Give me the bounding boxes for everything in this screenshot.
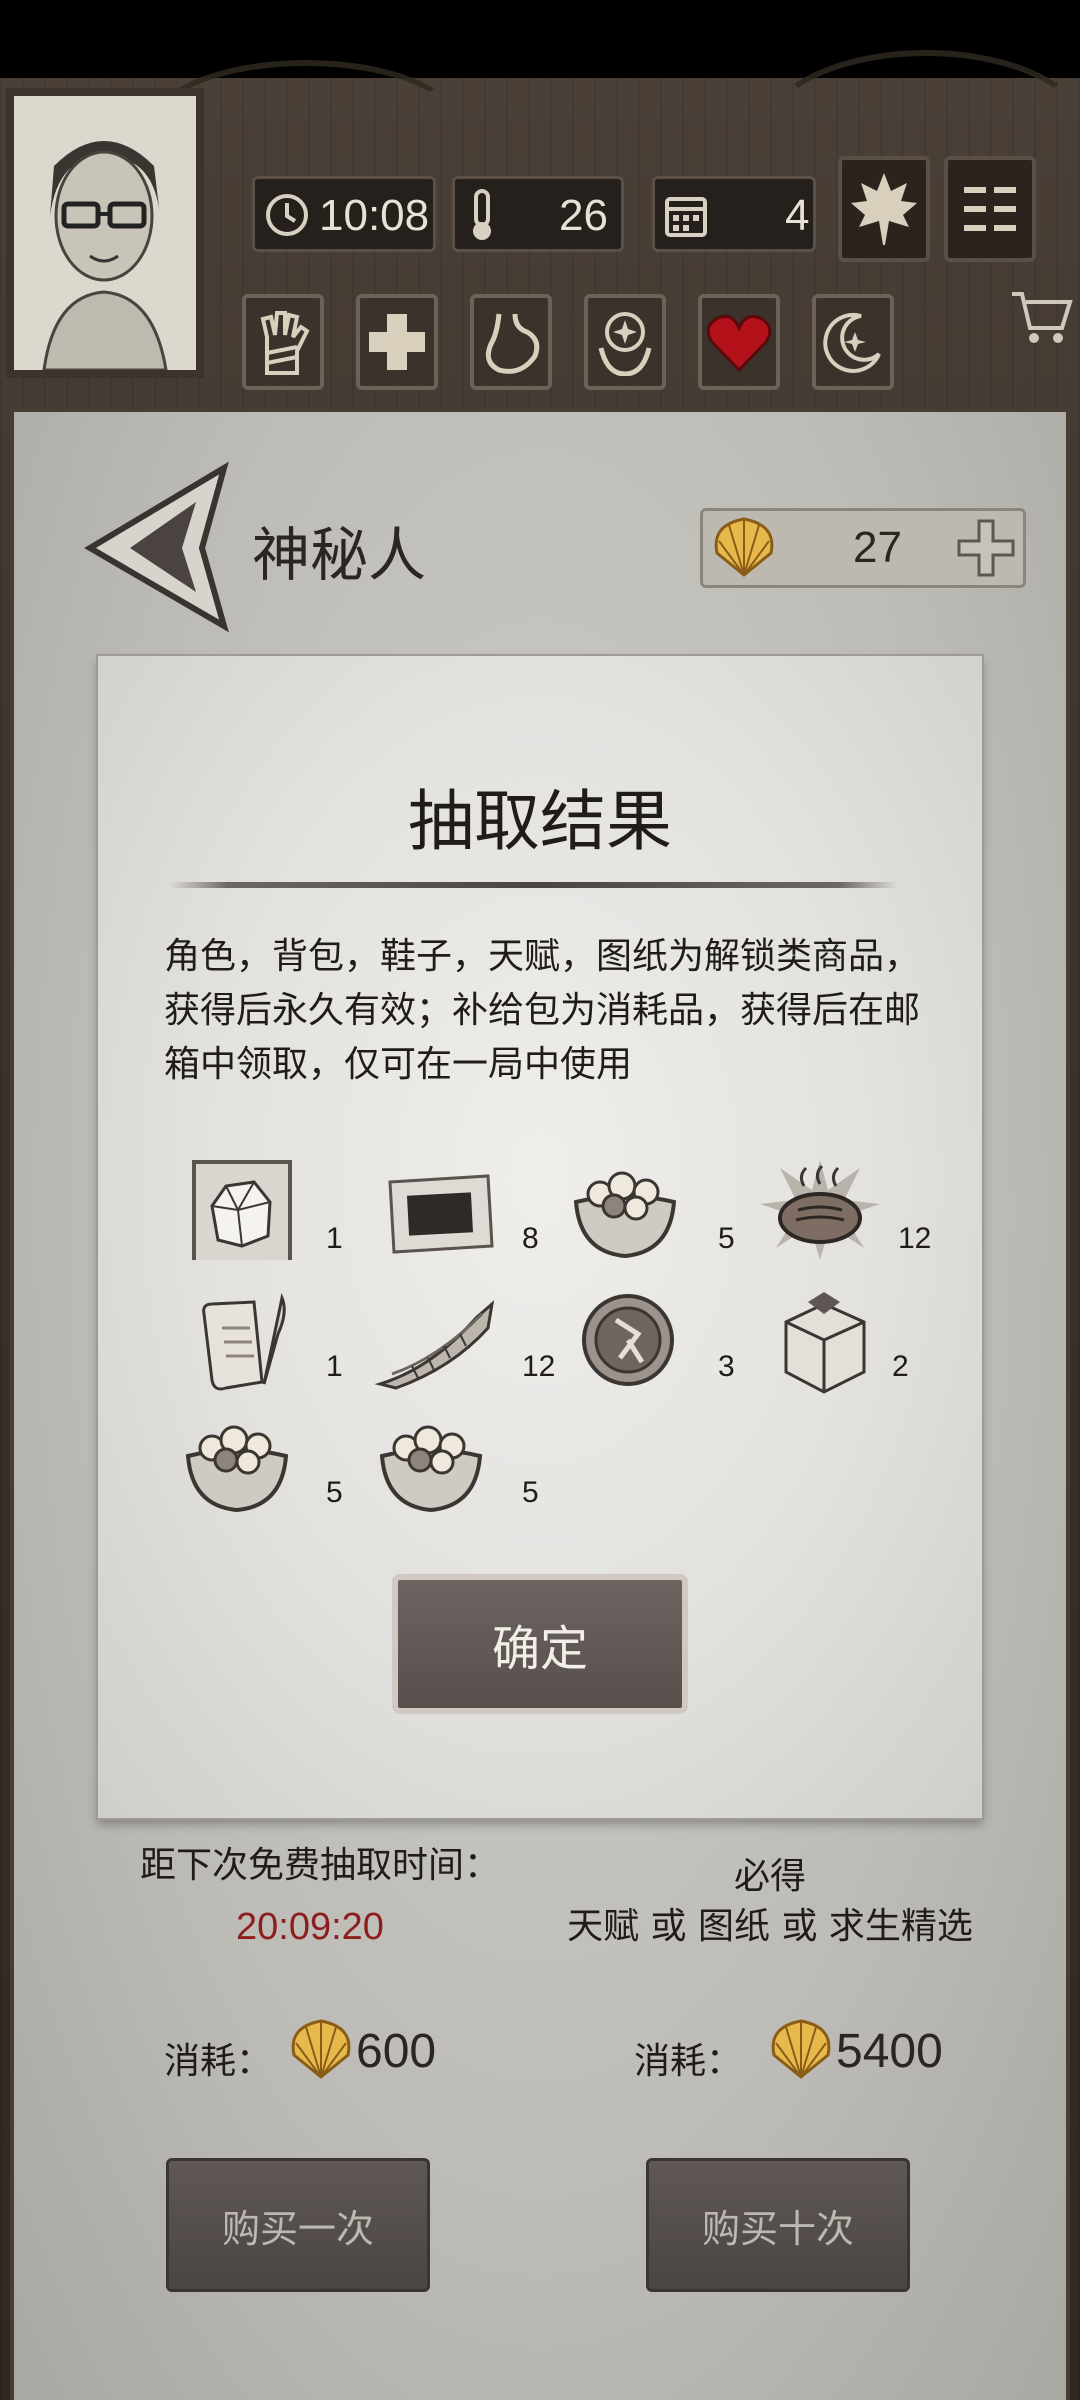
maple-leaf-icon xyxy=(851,173,917,245)
cost-label-single: 消耗： xyxy=(164,2041,273,2082)
sparkle-head-icon xyxy=(598,312,652,376)
item-count: 3 xyxy=(718,1350,735,1383)
clock-icon xyxy=(266,194,308,236)
blueprint-slab-icon xyxy=(388,1174,494,1254)
menu-button[interactable] xyxy=(944,156,1036,262)
moon-star-icon xyxy=(823,312,881,373)
time-value: 10:08 xyxy=(319,191,430,240)
buy-ten-button[interactable]: 购买十次 xyxy=(646,2158,910,2292)
cost-label-ten: 消耗： xyxy=(634,2041,743,2082)
shell-currency: 27 xyxy=(700,508,1026,588)
supply-bowl-icon xyxy=(379,1425,483,1513)
item-count: 12 xyxy=(522,1350,556,1383)
talent-coin-icon xyxy=(582,1294,674,1386)
mind-status-button[interactable] xyxy=(584,294,666,390)
thermometer-icon xyxy=(473,189,491,240)
reward-item: 5 xyxy=(182,1414,343,1514)
medical-cross-icon xyxy=(369,314,425,370)
dialog-title: 抽取结果 xyxy=(408,783,672,860)
add-shell-button[interactable] xyxy=(953,515,1019,581)
dried-fish-icon xyxy=(374,1300,495,1390)
shell-icon xyxy=(291,2019,351,2079)
temperature-display: 26 xyxy=(452,176,624,252)
hand-status-button[interactable] xyxy=(242,294,324,390)
reward-item: 12 xyxy=(372,1288,555,1390)
back-button[interactable] xyxy=(84,461,234,636)
shell-icon xyxy=(771,2019,831,2079)
stomach-icon xyxy=(485,313,540,374)
avatar xyxy=(14,96,196,372)
sleep-status-button[interactable] xyxy=(812,294,894,390)
item-count: 2 xyxy=(892,1350,909,1383)
free-draw-label: 距下次免费抽取时间： xyxy=(140,1845,501,1886)
page-title: 神秘人 xyxy=(252,521,427,589)
cost-single-value: 600 xyxy=(356,2025,437,2078)
buy-once-button[interactable]: 购买一次 xyxy=(166,2158,430,2292)
shell-amount: 27 xyxy=(853,523,902,572)
reward-item: 8 xyxy=(380,1160,539,1260)
cart-icon xyxy=(1012,292,1073,343)
character-portrait[interactable] xyxy=(6,88,204,378)
guarantee-info: 必得 天赋 或 图纸 或 求生精选 xyxy=(560,1852,980,1952)
item-count: 8 xyxy=(522,1222,539,1255)
day-display: 4 xyxy=(652,176,816,252)
reward-item: 1 xyxy=(192,1288,343,1391)
bandaged-hand-icon xyxy=(260,311,310,375)
reward-item: 3 xyxy=(580,1288,735,1388)
guarantee-line2: 天赋 或 图纸 或 求生精选 xyxy=(567,1906,973,1947)
grilled-steak-icon xyxy=(760,1160,880,1260)
free-draw-timer: 20:09:20 xyxy=(236,1906,384,1948)
temperature-value: 26 xyxy=(559,191,608,240)
reward-item: 12 xyxy=(760,1160,931,1260)
calendar-icon xyxy=(665,197,707,237)
item-count: 1 xyxy=(326,1222,343,1255)
back-arrow-icon xyxy=(84,461,229,633)
reward-item: 5 xyxy=(570,1160,735,1260)
scroll-quill-icon xyxy=(202,1293,286,1391)
day-value: 4 xyxy=(785,191,810,240)
plus-icon xyxy=(957,519,1015,577)
ore-rock-icon xyxy=(192,1160,292,1276)
health-status-button[interactable] xyxy=(356,294,438,390)
reward-item: 2 xyxy=(774,1288,909,1394)
cost-ten-value: 5400 xyxy=(836,2025,943,2078)
shop-cart-button[interactable] xyxy=(1008,282,1074,352)
heart-status-button[interactable] xyxy=(698,294,780,390)
supply-box-icon xyxy=(784,1292,866,1394)
supply-bowl-icon xyxy=(185,1425,289,1513)
heart-icon xyxy=(706,314,772,372)
confirm-button[interactable]: 确定 xyxy=(392,1574,688,1714)
supply-bowl-icon xyxy=(573,1171,677,1259)
item-count: 5 xyxy=(326,1476,343,1509)
guarantee-line1: 必得 xyxy=(733,1856,806,1897)
reward-item: 5 xyxy=(376,1414,539,1514)
clock-display: 10:08 xyxy=(252,176,436,252)
title-divider xyxy=(170,882,898,888)
reward-item: 1 xyxy=(192,1160,343,1276)
item-count: 5 xyxy=(718,1222,735,1255)
stomach-status-button[interactable] xyxy=(470,294,552,390)
season-button[interactable] xyxy=(838,156,930,262)
item-count: 12 xyxy=(898,1222,932,1255)
shell-icon xyxy=(714,517,774,577)
item-count: 1 xyxy=(326,1350,343,1383)
dialog-description: 角色，背包，鞋子，天赋，图纸为解锁类商品，获得后永久有效；补给包为消耗品，获得后… xyxy=(164,936,921,1085)
menu-icon xyxy=(964,187,1016,231)
draw-result-dialog: 抽取结果 角色，背包，鞋子，天赋，图纸为解锁类商品，获得后永久有效；补给包为消耗… xyxy=(98,656,982,1818)
item-count: 5 xyxy=(522,1476,539,1509)
